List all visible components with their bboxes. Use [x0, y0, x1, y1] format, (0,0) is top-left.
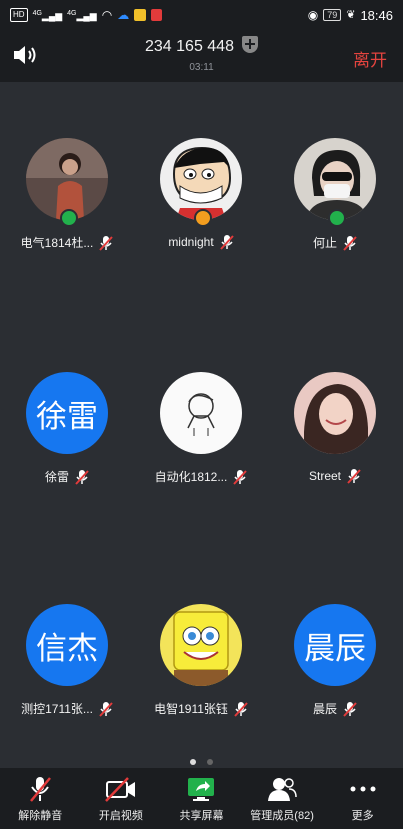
- participant-tile[interactable]: 晨辰 晨辰: [268, 604, 402, 717]
- participant-avatar: [26, 138, 108, 220]
- mic-muted-icon: [99, 235, 114, 251]
- participant-avatar: [160, 372, 242, 454]
- status-bar: HD 4G▂▄▆ 4G▂▄▆ ◠ ☁ ◉ 79 ❦ 18:46: [0, 0, 403, 30]
- members-icon: [268, 778, 297, 801]
- mic-muted-icon: [343, 235, 357, 251]
- mic-muted-icon: [233, 469, 248, 485]
- participant-avatar-initials: 晨辰: [294, 604, 376, 686]
- page-dot-active[interactable]: [190, 759, 197, 765]
- mic-muted-icon: [343, 701, 357, 717]
- participant-grid: 电气1814杜... midnight 何止 徐雷 徐雷 自动化1812... …: [0, 82, 403, 750]
- mic-muted-icon: [99, 701, 113, 717]
- status-right: ◉ 79 ❦ 18:46: [308, 8, 393, 23]
- participant-tile[interactable]: 何止: [268, 138, 402, 251]
- participant-avatar: [294, 138, 376, 220]
- participant-avatar: [294, 372, 376, 454]
- signal-icon-2: 4G▂▄▆: [67, 10, 97, 21]
- share-screen-label: 共享屏幕: [179, 810, 224, 822]
- eye-icon: ◉: [307, 8, 319, 22]
- participant-name: 电智1911张钰: [154, 702, 228, 716]
- participant-name: 电气1814杜...: [20, 236, 94, 250]
- start-video-button[interactable]: 开启视频: [81, 768, 162, 829]
- app-notification-icon: [134, 9, 147, 21]
- participant-tile[interactable]: 自动化1812...: [134, 372, 268, 485]
- signal-icon: 4G▂▄▆: [32, 10, 63, 21]
- more-dots-icon: [350, 786, 376, 792]
- participant-name: 徐雷: [44, 470, 69, 484]
- participant-avatar-initials: 徐雷: [26, 372, 108, 454]
- meeting-id[interactable]: 234 165 448: [0, 36, 403, 56]
- cohost-badge-icon: [194, 209, 212, 227]
- mic-notification-icon: [151, 9, 163, 21]
- leave-button[interactable]: 离开: [353, 46, 387, 71]
- participant-name: Street: [308, 469, 341, 483]
- clock: 18:46: [360, 7, 393, 23]
- mic-muted-icon: [347, 469, 361, 484]
- participant-name: midnight: [168, 235, 214, 249]
- hd-icon: HD: [10, 8, 28, 22]
- participant-tile[interactable]: 电气1814杜...: [0, 138, 134, 251]
- manage-members-label: 管理成员(82): [250, 810, 314, 822]
- participant-name: 晨辰: [312, 702, 337, 716]
- shield-icon[interactable]: [241, 36, 258, 53]
- participant-avatar: [160, 138, 242, 220]
- mic-muted-icon: [30, 777, 52, 802]
- participant-tile[interactable]: 信杰 测控1711张...: [0, 604, 134, 717]
- status-left: HD 4G▂▄▆ 4G▂▄▆ ◠ ☁: [10, 8, 163, 22]
- more-label: 更多: [351, 810, 374, 822]
- meeting-header: 234 165 448 03:11 离开: [0, 30, 403, 82]
- participant-name: 测控1711张...: [21, 702, 93, 716]
- participant-avatar: [160, 604, 242, 686]
- cloud-icon: ☁: [117, 8, 130, 22]
- participant-avatar-initials: 信杰: [26, 604, 108, 686]
- participant-tile[interactable]: Street: [268, 372, 402, 484]
- battery-icon: 79: [323, 9, 342, 21]
- mic-muted-icon: [219, 235, 234, 250]
- host-badge-icon: [328, 209, 346, 227]
- participant-name: 何止: [312, 236, 337, 250]
- unmute-button[interactable]: 解除静音: [0, 768, 81, 829]
- meeting-toolbar: 解除静音 开启视频 共享屏幕 管理成员(82) 更多: [0, 768, 403, 829]
- video-off-icon: [104, 777, 135, 802]
- start-video-label: 开启视频: [98, 810, 143, 822]
- host-badge-icon: [60, 209, 78, 227]
- share-screen-icon: [188, 778, 215, 801]
- mic-muted-icon: [75, 469, 89, 485]
- mic-muted-icon: [234, 701, 248, 717]
- participant-name: 自动化1812...: [154, 470, 228, 484]
- meeting-id-text: 234 165 448: [145, 38, 234, 55]
- meeting-timer: 03:11: [189, 62, 214, 73]
- participant-tile[interactable]: midnight: [134, 138, 268, 250]
- more-button[interactable]: 更多: [322, 768, 403, 829]
- participant-tile[interactable]: 徐雷 徐雷: [0, 372, 134, 485]
- unmute-label: 解除静音: [18, 810, 63, 822]
- page-dot[interactable]: [206, 759, 213, 765]
- manage-members-button[interactable]: 管理成员(82): [242, 768, 323, 829]
- leaf-icon: ❦: [346, 9, 356, 21]
- share-screen-button[interactable]: 共享屏幕: [161, 768, 242, 829]
- wifi-icon: ◠: [101, 8, 113, 22]
- participant-tile[interactable]: 电智1911张钰: [134, 604, 268, 717]
